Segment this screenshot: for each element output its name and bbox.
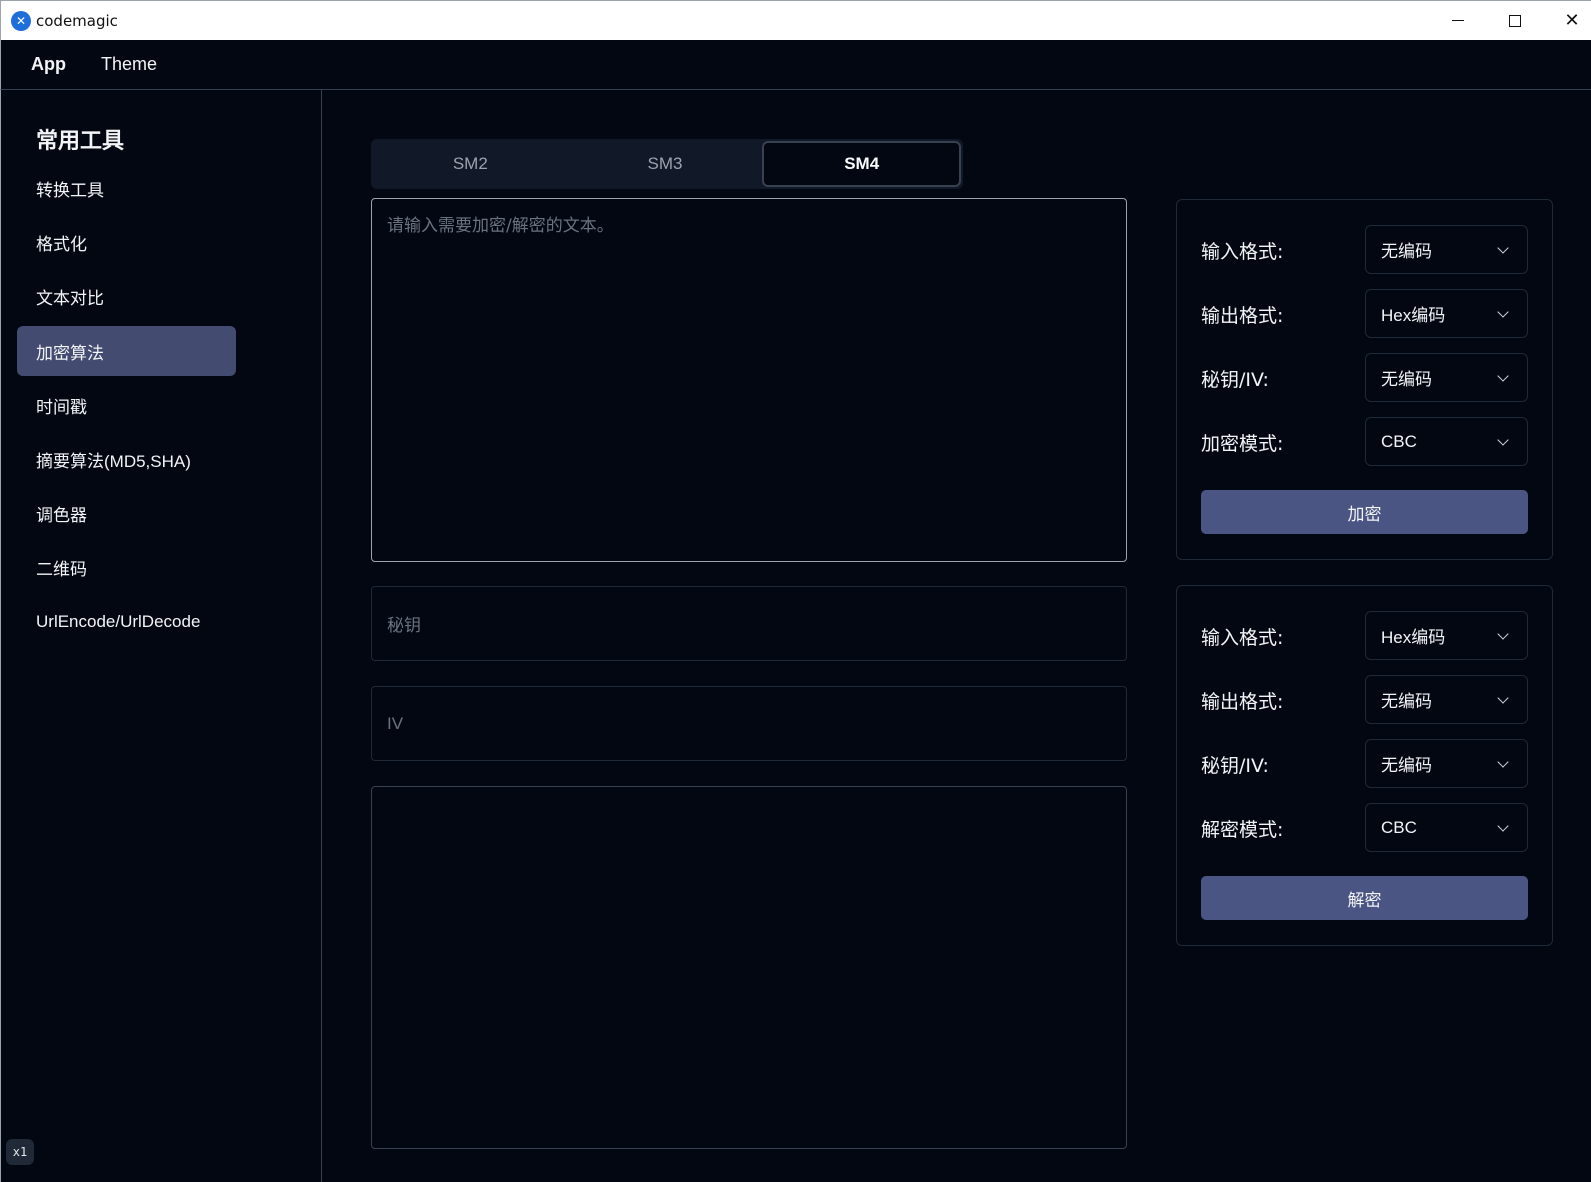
sidebar: 常用工具 转换工具 格式化 文本对比 加密算法 时间戳 摘要算法(MD5,SHA…	[0, 90, 322, 1182]
menu-bar: App Theme	[0, 40, 1591, 90]
tab-sm4[interactable]: SM4	[762, 141, 962, 187]
algorithm-tabs: SM2 SM3 SM4	[371, 139, 963, 189]
minimize-icon	[1452, 20, 1464, 21]
zoom-badge: x1	[6, 1139, 34, 1165]
chevron-down-icon	[1497, 434, 1509, 446]
output-textarea[interactable]	[371, 786, 1127, 1149]
chevron-down-icon	[1497, 756, 1509, 768]
menu-app[interactable]: App	[31, 54, 66, 75]
sidebar-item-crypto[interactable]: 加密算法	[17, 326, 236, 376]
decrypt-mode-row: 解密模式: CBC	[1201, 803, 1528, 853]
decrypt-panel: 输入格式: Hex编码 输出格式: 无编码 秘钥/IV: 无编码 解密模式: C…	[1176, 585, 1553, 946]
option-label: 输入格式:	[1201, 627, 1284, 649]
decrypt-output-format-select[interactable]: 无编码	[1365, 675, 1528, 724]
select-value: Hex编码	[1381, 628, 1446, 647]
encrypt-output-format-row: 输出格式: Hex编码	[1201, 289, 1528, 339]
decrypt-key-iv-row: 秘钥/IV: 无编码	[1201, 739, 1528, 789]
select-value: CBC	[1381, 817, 1417, 837]
option-label: 秘钥/IV:	[1201, 755, 1269, 777]
close-button[interactable]: ✕	[1549, 1, 1591, 40]
option-label: 秘钥/IV:	[1201, 369, 1269, 391]
sidebar-item-digest[interactable]: 摘要算法(MD5,SHA)	[17, 434, 236, 484]
chevron-down-icon	[1497, 692, 1509, 704]
option-label: 输出格式:	[1201, 305, 1284, 327]
sidebar-item-format[interactable]: 格式化	[17, 217, 236, 267]
app-logo-icon: ✕	[11, 10, 31, 31]
chevron-down-icon	[1497, 306, 1509, 318]
select-value: Hex编码	[1381, 306, 1446, 325]
sidebar-item-timestamp[interactable]: 时间戳	[17, 380, 236, 430]
close-icon: ✕	[1564, 9, 1580, 31]
menu-theme[interactable]: Theme	[101, 54, 157, 75]
chevron-down-icon	[1497, 820, 1509, 832]
decrypt-mode-select[interactable]: CBC	[1365, 803, 1528, 852]
sidebar-item-urlencode[interactable]: UrlEncode/UrlDecode	[17, 597, 236, 647]
decrypt-input-format-row: 输入格式: Hex编码	[1201, 611, 1528, 661]
select-value: CBC	[1381, 431, 1417, 451]
iv-input[interactable]: IV	[371, 686, 1127, 761]
chevron-down-icon	[1497, 628, 1509, 640]
encrypt-mode-select[interactable]: CBC	[1365, 417, 1528, 466]
option-label: 输出格式:	[1201, 691, 1284, 713]
maximize-button[interactable]	[1492, 1, 1538, 40]
select-value: 无编码	[1381, 242, 1432, 261]
encrypt-key-iv-select[interactable]: 无编码	[1365, 353, 1528, 402]
option-label: 解密模式:	[1201, 819, 1284, 841]
minimize-button[interactable]	[1435, 1, 1481, 40]
sidebar-item-diff[interactable]: 文本对比	[17, 271, 236, 321]
chevron-down-icon	[1497, 242, 1509, 254]
encrypt-mode-row: 加密模式: CBC	[1201, 417, 1528, 467]
decrypt-button[interactable]: 解密	[1201, 876, 1528, 920]
sidebar-item-qrcode[interactable]: 二维码	[17, 542, 236, 592]
decrypt-key-iv-select[interactable]: 无编码	[1365, 739, 1528, 788]
tab-sm3[interactable]: SM3	[568, 141, 763, 187]
encrypt-button[interactable]: 加密	[1201, 490, 1528, 534]
option-label: 加密模式:	[1201, 433, 1284, 455]
encrypt-panel: 输入格式: 无编码 输出格式: Hex编码 秘钥/IV: 无编码 加密模式: C…	[1176, 199, 1553, 560]
tab-sm2[interactable]: SM2	[373, 141, 568, 187]
decrypt-output-format-row: 输出格式: 无编码	[1201, 675, 1528, 725]
encrypt-output-format-select[interactable]: Hex编码	[1365, 289, 1528, 338]
chevron-down-icon	[1497, 370, 1509, 382]
sidebar-item-convert[interactable]: 转换工具	[17, 163, 236, 213]
select-value: 无编码	[1381, 756, 1432, 775]
select-value: 无编码	[1381, 370, 1432, 389]
input-textarea[interactable]: 请输入需要加密/解密的文本。	[371, 198, 1127, 562]
window-title: codemagic	[36, 11, 118, 30]
key-input[interactable]: 秘钥	[371, 586, 1127, 661]
sidebar-item-color-picker[interactable]: 调色器	[17, 488, 236, 538]
sidebar-heading: 常用工具	[36, 129, 125, 154]
select-value: 无编码	[1381, 692, 1432, 711]
maximize-icon	[1509, 14, 1521, 27]
option-label: 输入格式:	[1201, 241, 1284, 263]
title-bar: ✕ codemagic ✕	[0, 0, 1591, 40]
encrypt-key-iv-row: 秘钥/IV: 无编码	[1201, 353, 1528, 403]
decrypt-input-format-select[interactable]: Hex编码	[1365, 611, 1528, 660]
encrypt-input-format-row: 输入格式: 无编码	[1201, 225, 1528, 275]
encrypt-input-format-select[interactable]: 无编码	[1365, 225, 1528, 274]
